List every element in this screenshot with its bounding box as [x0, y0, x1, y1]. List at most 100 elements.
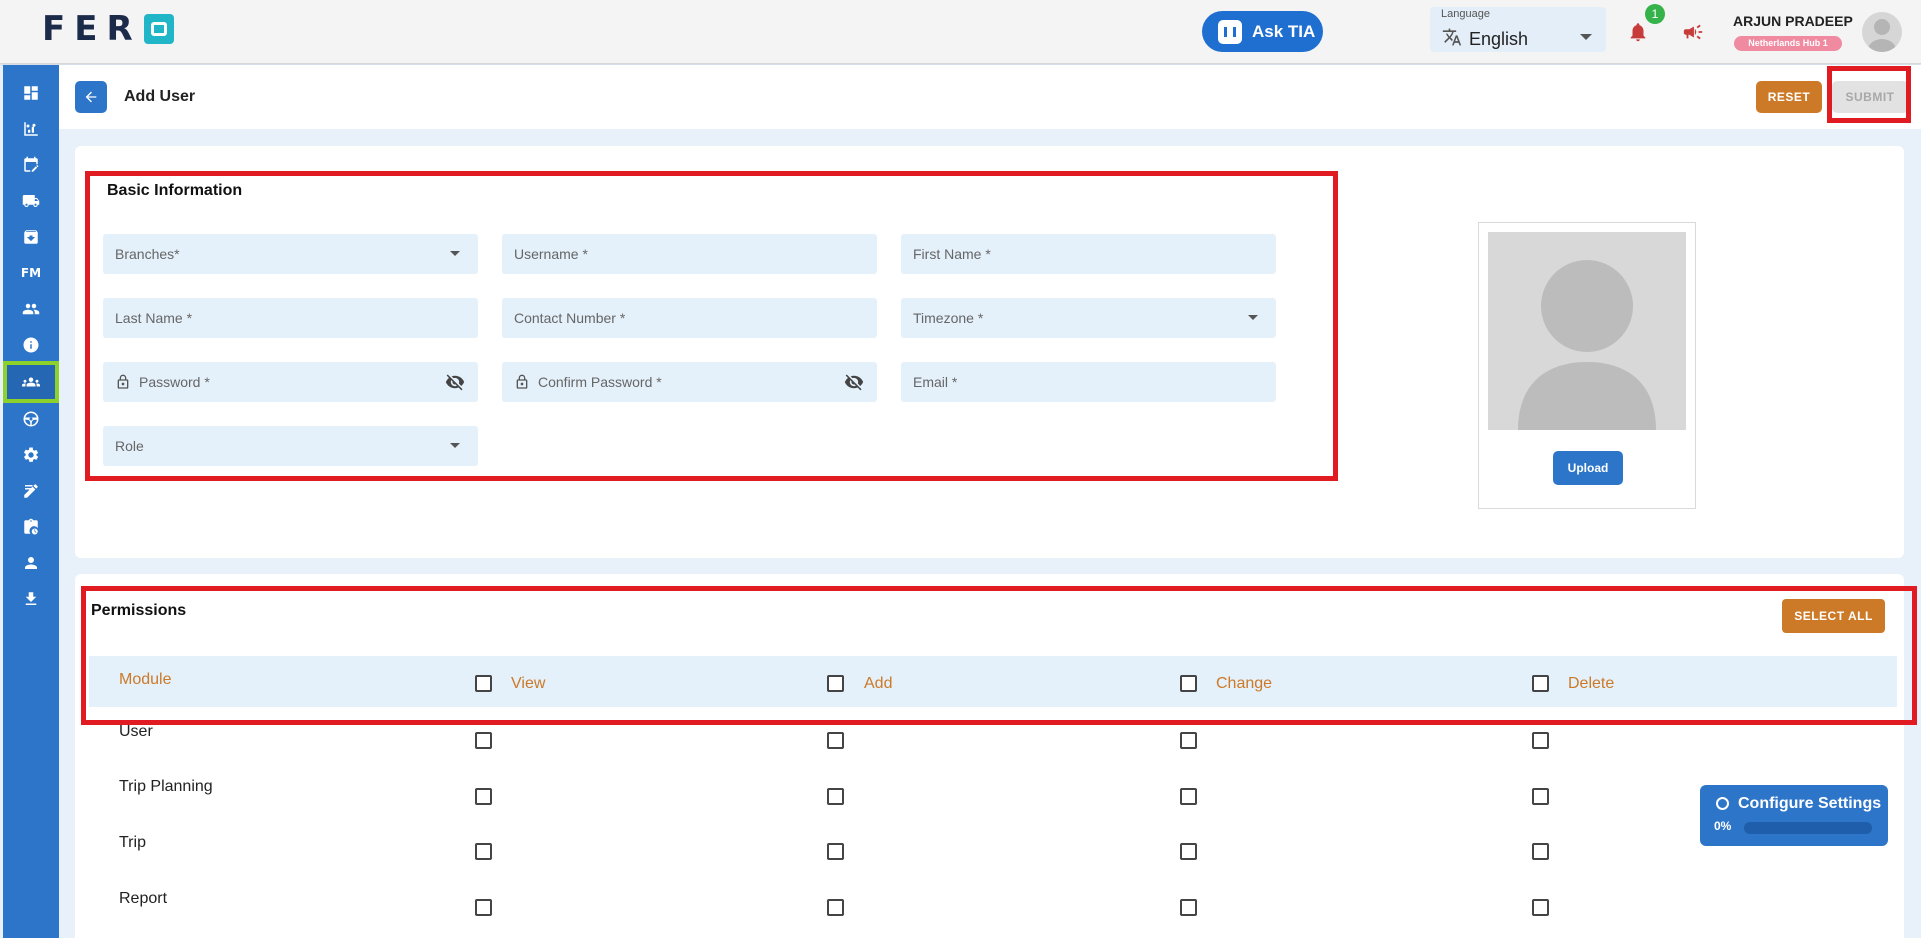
top-bar: FER Ask TIA Language English 1 ARJUN PRA… — [0, 0, 1921, 64]
settings-icon — [24, 447, 39, 462]
row-label-trip: Trip — [119, 834, 146, 851]
steering-wheel-icon — [23, 411, 39, 427]
sidebar-item-archive[interactable] — [3, 217, 59, 257]
lock-icon — [516, 374, 528, 389]
sidebar-item-info[interactable] — [3, 325, 59, 365]
ask-tia-button[interactable]: Ask TIA — [1202, 11, 1323, 52]
sidebar-item-calendar[interactable] — [3, 145, 59, 185]
row-label-trip-planning: Trip Planning — [119, 778, 213, 795]
configure-progress-label: 0% — [1714, 819, 1732, 833]
sidebar-item-settings[interactable] — [3, 435, 59, 475]
fero-logo[interactable]: FER — [42, 9, 174, 49]
circle-progress-icon — [1716, 797, 1729, 810]
configure-settings-widget[interactable]: Configure Settings 0% — [1700, 785, 1888, 846]
username-input[interactable]: Username * — [502, 234, 877, 274]
user-delete-checkbox[interactable] — [1532, 732, 1549, 749]
logo-mark-icon — [143, 14, 174, 44]
role-select[interactable]: Role — [103, 426, 478, 466]
sidebar-item-download[interactable] — [3, 579, 59, 619]
permissions-header-row — [89, 656, 1897, 707]
user-change-checkbox[interactable] — [1180, 732, 1197, 749]
permissions-title: Permissions — [91, 602, 187, 619]
upload-button[interactable]: Upload — [1553, 451, 1623, 485]
user-view-checkbox[interactable] — [475, 732, 492, 749]
ask-tia-label: Ask TIA — [1252, 21, 1316, 41]
reset-button[interactable]: RESET — [1756, 81, 1822, 113]
truck-icon — [22, 195, 40, 207]
first-name-input[interactable]: First Name * — [901, 234, 1276, 274]
person-icon — [25, 557, 37, 569]
user-add-checkbox[interactable] — [827, 732, 844, 749]
report-add-checkbox[interactable] — [827, 899, 844, 916]
sidebar-item-person[interactable] — [3, 543, 59, 583]
branches-select[interactable]: Branches* — [103, 234, 478, 274]
back-button[interactable] — [75, 81, 107, 113]
bell-icon[interactable] — [1627, 20, 1649, 44]
language-label: Language — [1441, 8, 1490, 20]
sidebar-item-dashboard[interactable] — [3, 73, 59, 113]
chevron-down-icon — [450, 443, 460, 448]
sidebar: FM — [3, 65, 59, 938]
permissions-card — [75, 574, 1904, 938]
submit-button[interactable]: SUBMIT — [1832, 81, 1908, 113]
clipboard-icon — [24, 518, 38, 535]
add-all-checkbox[interactable] — [827, 675, 844, 692]
chevron-down-icon — [1248, 315, 1258, 320]
trip-planning-view-checkbox[interactable] — [475, 788, 492, 805]
sidebar-item-notes[interactable] — [3, 471, 59, 511]
eye-off-icon[interactable] — [444, 372, 466, 392]
sidebar-item-clipboard[interactable] — [3, 507, 59, 547]
view-all-checkbox[interactable] — [475, 675, 492, 692]
trip-planning-add-checkbox[interactable] — [827, 788, 844, 805]
sidebar-item-fleet[interactable] — [3, 181, 59, 221]
language-value: English — [1469, 29, 1529, 49]
column-change: Change — [1216, 675, 1273, 692]
configure-progress-bar — [1744, 822, 1872, 834]
trip-delete-checkbox[interactable] — [1532, 843, 1549, 860]
first-name-placeholder: First Name * — [913, 246, 991, 262]
user-group-icon — [22, 377, 40, 387]
chevron-down-icon — [1580, 34, 1592, 40]
password-input[interactable]: Password * — [103, 362, 478, 402]
trip-planning-delete-checkbox[interactable] — [1532, 788, 1549, 805]
report-view-checkbox[interactable] — [475, 899, 492, 916]
chevron-down-icon — [450, 251, 460, 256]
confirm-password-input[interactable]: Confirm Password * — [502, 362, 877, 402]
trip-planning-change-checkbox[interactable] — [1180, 788, 1197, 805]
sidebar-item-driver[interactable] — [3, 399, 59, 439]
megaphone-icon[interactable] — [1681, 21, 1705, 43]
language-select[interactable]: Language English — [1430, 7, 1606, 52]
eye-off-icon[interactable] — [843, 372, 865, 392]
notification-badge: 1 — [1645, 4, 1665, 24]
delete-all-checkbox[interactable] — [1532, 675, 1549, 692]
timezone-select[interactable]: Timezone * — [901, 298, 1276, 338]
column-view: View — [511, 675, 546, 692]
page-title: Add User — [124, 88, 196, 105]
email-input[interactable]: Email * — [901, 362, 1276, 402]
last-name-input[interactable]: Last Name * — [103, 298, 478, 338]
sidebar-item-analytics[interactable] — [3, 109, 59, 149]
report-delete-checkbox[interactable] — [1532, 899, 1549, 916]
trip-change-checkbox[interactable] — [1180, 843, 1197, 860]
configure-settings-title: Configure Settings — [1738, 795, 1882, 812]
sidebar-item-user-management[interactable] — [3, 361, 59, 403]
username-placeholder: Username * — [514, 246, 588, 262]
select-all-button[interactable]: SELECT ALL — [1782, 599, 1885, 633]
users-icon — [22, 303, 40, 315]
avatar[interactable] — [1862, 12, 1902, 52]
trip-add-checkbox[interactable] — [827, 843, 844, 860]
column-add: Add — [864, 675, 893, 692]
sidebar-item-users[interactable] — [3, 289, 59, 329]
profile-placeholder-image — [1488, 232, 1686, 430]
column-module: Module — [119, 671, 172, 688]
calendar-edit-icon — [24, 156, 39, 172]
page-header: Add User RESET SUBMIT — [59, 65, 1921, 129]
last-name-placeholder: Last Name * — [115, 310, 193, 326]
report-change-checkbox[interactable] — [1180, 899, 1197, 916]
sidebar-item-fm[interactable]: FM — [3, 253, 59, 293]
contact-number-placeholder: Contact Number * — [514, 310, 626, 326]
trip-view-checkbox[interactable] — [475, 843, 492, 860]
contact-number-input[interactable]: Contact Number * — [502, 298, 877, 338]
fm-icon: FM — [20, 266, 42, 280]
change-all-checkbox[interactable] — [1180, 675, 1197, 692]
